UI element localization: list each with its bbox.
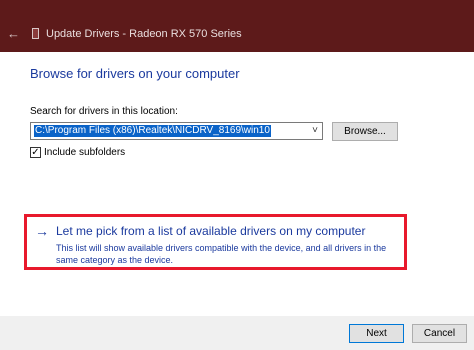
include-subfolders-label[interactable]: Include subfolders (44, 147, 125, 159)
window-title: Update Drivers - Radeon RX 570 Series (46, 28, 242, 40)
arrow-right-icon[interactable]: → (35, 223, 49, 239)
include-subfolders-checkbox[interactable]: ✓ (30, 147, 41, 158)
search-location-label: Search for drivers in this location: (30, 106, 178, 117)
browse-button[interactable]: Browse... (332, 122, 398, 141)
device-icon (32, 28, 39, 39)
title-bar: ← Update Drivers - Radeon RX 570 Series (0, 0, 474, 52)
chevron-down-icon[interactable]: ˅ (312, 124, 318, 138)
driver-path-value[interactable]: C:\Program Files (x86)\Realtek\NICDRV_81… (34, 125, 271, 137)
page-heading: Browse for drivers on your computer (30, 66, 240, 81)
driver-path-combobox[interactable]: C:\Program Files (x86)\Realtek\NICDRV_81… (30, 122, 323, 140)
next-button[interactable]: Next (349, 324, 404, 343)
pick-from-list-link[interactable]: Let me pick from a list of available dri… (56, 224, 365, 239)
cancel-button[interactable]: Cancel (412, 324, 467, 343)
pick-from-list-description: This list will show available drivers co… (56, 243, 387, 265)
back-arrow-icon[interactable]: ← (7, 26, 20, 42)
